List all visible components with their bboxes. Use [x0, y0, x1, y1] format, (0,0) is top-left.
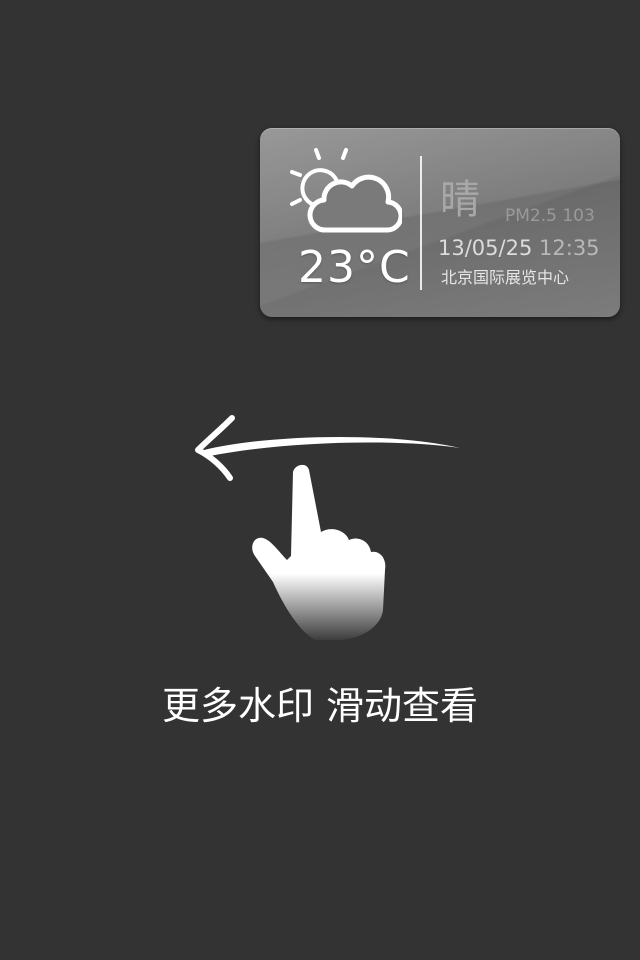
time-label: 12:35: [539, 236, 600, 260]
date-label: 13/05/25: [438, 236, 533, 260]
swipe-hint-text: 更多水印 滑动查看: [161, 684, 479, 728]
temperature-label: 23°C: [298, 242, 411, 293]
weather-watermark-widget[interactable]: 23°C 晴 PM2.5 103 13/05/25 12:35 北京国际展览中心: [260, 128, 620, 317]
guide-screen[interactable]: 23°C 晴 PM2.5 103 13/05/25 12:35 北京国际展览中心…: [0, 0, 640, 960]
datetime-label: 13/05/25 12:35: [438, 238, 600, 259]
location-label: 北京国际展览中心: [441, 268, 570, 287]
weather-condition-label: 晴: [440, 177, 480, 223]
pointing-hand-icon: [252, 464, 386, 640]
widget-divider: [420, 156, 422, 290]
partly-cloudy-sun-icon: [290, 148, 402, 233]
pm25-label: PM2.5 103: [505, 206, 595, 226]
